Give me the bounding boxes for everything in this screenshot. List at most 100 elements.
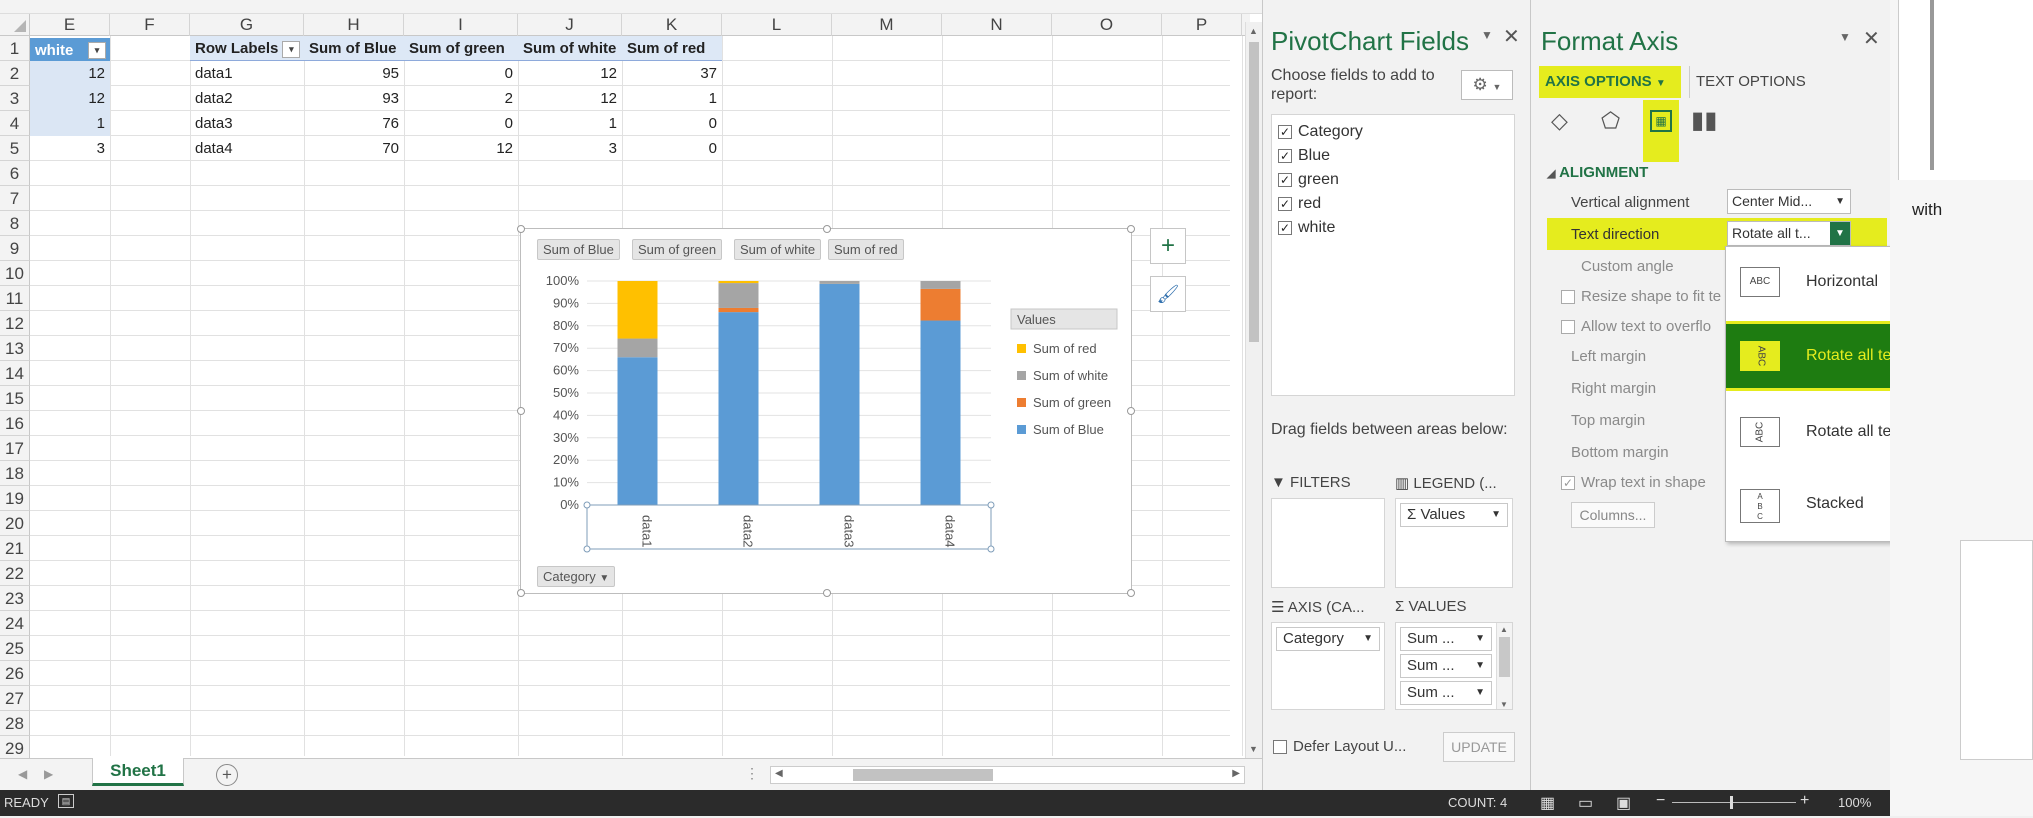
field-green[interactable]: ✓ green [1278,171,1339,189]
columns-button[interactable]: Columns... [1571,502,1655,528]
field-white[interactable]: ✓ white [1278,219,1335,237]
row-header-24[interactable]: 24 [0,611,30,636]
checkbox-icon[interactable] [1561,290,1575,305]
pivot-cell[interactable]: 3 [518,136,622,161]
pivot-cell[interactable]: data1 [190,61,304,86]
chart-styles-button[interactable]: 🖌 [1150,276,1186,312]
chart-elements-button[interactable]: + [1150,228,1186,264]
pivot-cell[interactable]: 0 [404,61,518,86]
column-header-o[interactable]: O [1052,14,1162,36]
row-header-11[interactable]: 11 [0,286,30,311]
row-header-5[interactable]: 5 [0,136,30,161]
row-header-12[interactable]: 12 [0,311,30,336]
column-header-p[interactable]: P [1162,14,1242,36]
values-pill[interactable]: Sum ... ▼ [1400,654,1492,678]
vertical-scrollbar[interactable]: ▲ ▼ [1245,22,1262,758]
text-direction-select[interactable]: Rotate all t... ▼ [1727,221,1851,246]
row-header-13[interactable]: 13 [0,336,30,361]
resize-handle[interactable] [517,407,525,415]
h-scroll-thumb[interactable] [853,769,993,781]
vertical-alignment-select[interactable]: Center Mid... ▼ [1727,189,1851,214]
cell-e4[interactable]: 1 [30,111,110,136]
pivot-header-cell[interactable]: Row Labels ▾ [190,36,304,61]
tab-text-options[interactable]: TEXT OPTIONS [1689,66,1806,98]
checkmark-icon[interactable]: ✓ [1278,124,1292,139]
values-area[interactable]: Sum ... ▼ Sum ... ▼ Sum ... ▼ ▲ ▼ [1395,622,1513,710]
row-header-8[interactable]: 8 [0,211,30,236]
page-break-view-icon[interactable]: ▣ [1616,793,1631,813]
pivot-cell[interactable]: 37 [622,61,722,86]
tab-sheet1[interactable]: Sheet1 [92,758,184,786]
row-header-10[interactable]: 10 [0,261,30,286]
select-all-corner[interactable] [0,14,30,36]
pane-options-chevron-icon[interactable]: ▼ [1839,30,1851,44]
checkmark-icon[interactable]: ✓ [1561,476,1575,491]
pivot-cell[interactable]: data3 [190,111,304,136]
resize-shape-checkbox[interactable]: Resize shape to fit te [1561,288,1721,305]
checkmark-icon[interactable]: ✓ [1278,148,1292,163]
scroll-right-icon[interactable]: ▶ [1232,768,1240,779]
row-header-26[interactable]: 26 [0,661,30,686]
pivot-chart[interactable]: Sum of Blue Sum of green Sum of white Sum o… [517,225,1135,597]
checkmark-icon[interactable]: ✓ [1278,172,1292,187]
checkbox-icon[interactable] [1273,740,1287,755]
close-icon[interactable]: ✕ [1863,26,1880,51]
horizontal-scrollbar[interactable]: ◀ ▶ [770,766,1245,784]
pivot-cell[interactable]: 70 [304,136,404,161]
pivot-cell[interactable]: 12 [518,86,622,111]
scroll-down-icon[interactable]: ▼ [1500,700,1508,709]
zoom-in-button[interactable]: + [1800,792,1809,810]
resize-handle[interactable] [823,225,831,233]
field-category[interactable]: ✓ Category [1278,123,1363,141]
effects-pentagon-icon[interactable]: ⬠ [1601,108,1620,134]
row-header-17[interactable]: 17 [0,436,30,461]
checkmark-icon[interactable]: ✓ [1278,196,1292,211]
col-e-header-cell[interactable]: white ▾ [30,38,110,63]
column-header-i[interactable]: I [404,14,518,36]
row-header-25[interactable]: 25 [0,636,30,661]
pivot-cell[interactable]: 2 [404,86,518,111]
pivot-cell[interactable]: 0 [622,111,722,136]
row-header-4[interactable]: 4 [0,111,30,136]
pivot-header-cell[interactable]: Sum of Blue [304,36,404,61]
checkbox-icon[interactable] [1561,320,1575,335]
axis-category-pill[interactable]: Category ▼ [1276,627,1380,651]
field-blue[interactable]: ✓ Blue [1278,147,1330,165]
row-header-14[interactable]: 14 [0,361,30,386]
update-button[interactable]: UPDATE [1443,732,1515,762]
column-header-k[interactable]: K [622,14,722,36]
tab-split-icon[interactable]: ⋮ [745,765,759,782]
tab-scroll-right-icon[interactable]: ▶ [44,767,53,781]
normal-view-icon[interactable]: ▦ [1540,793,1555,813]
row-header-19[interactable]: 19 [0,486,30,511]
filter-dropdown-icon[interactable]: ▾ [88,42,106,59]
pivot-cell[interactable]: 12 [518,61,622,86]
resize-handle[interactable] [517,225,525,233]
row-header-16[interactable]: 16 [0,411,30,436]
pivot-cell[interactable]: data2 [190,86,304,111]
row-header-7[interactable]: 7 [0,186,30,211]
column-header-j[interactable]: J [518,14,622,36]
add-sheet-button[interactable]: + [216,764,238,786]
pivot-cell[interactable]: 76 [304,111,404,136]
values-scrollbar[interactable]: ▲ ▼ [1496,623,1512,709]
row-header-27[interactable]: 27 [0,686,30,711]
row-header-2[interactable]: 2 [0,61,30,86]
column-header-h[interactable]: H [304,14,404,36]
row-header-21[interactable]: 21 [0,536,30,561]
pivot-header-cell[interactable]: Sum of red [622,36,722,61]
pivot-cell[interactable]: 93 [304,86,404,111]
fill-line-icon[interactable]: ◇ [1551,108,1568,134]
cell-e3[interactable]: 12 [30,86,110,111]
cell-e5[interactable]: 3 [30,136,110,161]
scroll-left-icon[interactable]: ◀ [775,768,783,779]
values-pill[interactable]: Sum ... ▼ [1400,627,1492,651]
resize-handle[interactable] [1127,407,1135,415]
axis-area[interactable]: Category ▼ [1271,622,1385,710]
zoom-slider-thumb[interactable] [1730,796,1733,809]
scroll-down-icon[interactable]: ▼ [1249,744,1258,754]
pivot-header-cell[interactable]: Sum of white [518,36,622,61]
resize-handle[interactable] [1127,589,1135,597]
pivot-cell[interactable]: 1 [518,111,622,136]
legend-values-pill[interactable]: Σ Values ▼ [1400,503,1508,527]
